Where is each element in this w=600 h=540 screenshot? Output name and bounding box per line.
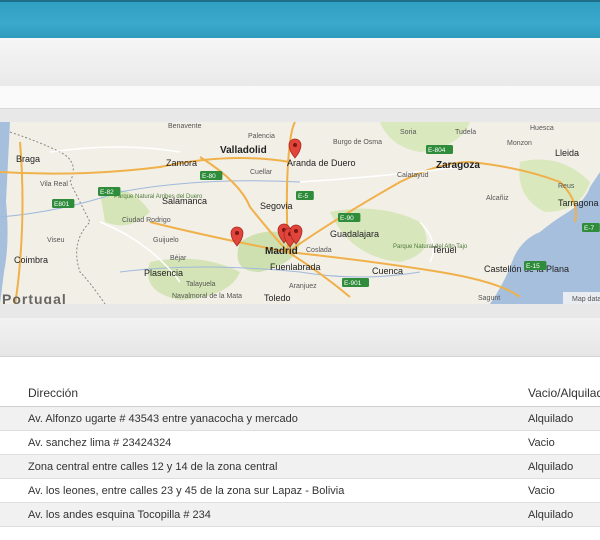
table-row[interactable]: Av. los andes esquina Tocopilla # 234 Al… (0, 502, 600, 527)
address-column-header[interactable]: Dirección (0, 380, 520, 407)
city-label: Tarragona (558, 198, 599, 208)
city-label: Vila Real (40, 181, 68, 188)
city-label: Sagunt (478, 295, 500, 302)
status-cell: Alquilado (520, 406, 600, 431)
city-label: Ciudad Rodrigo (122, 217, 171, 224)
city-label: Guijuelo (153, 237, 179, 244)
road-shield-label: E-15 (526, 263, 540, 270)
city-label: Parque Natural del Alto Tajo (393, 244, 468, 250)
city-label: Cuellar (250, 169, 273, 176)
city-label: Benavente (168, 123, 202, 130)
city-label: Alcañiz (486, 195, 509, 202)
status-cell: Alquilado (520, 502, 600, 527)
status-cell: Vacio (520, 478, 600, 503)
city-label: Portugal (2, 291, 67, 304)
table-row[interactable]: Zona central entre calles 12 y 14 de la … (0, 454, 600, 479)
city-label: Palencia (248, 133, 275, 140)
address-cell: Av. los leones, entre calles 23 y 45 de … (0, 478, 520, 503)
map-canvas[interactable]: Benavente Palencia Burgo de Osma Soria Tudel… (0, 122, 600, 304)
road-shield-label: E-90 (340, 215, 354, 222)
map-attribution[interactable]: Map data (572, 296, 600, 303)
address-cell: Av. los andes esquina Tocopilla # 234 (0, 502, 520, 527)
city-label: Tudela (455, 129, 476, 136)
city-label: Segovia (260, 201, 293, 211)
table-row[interactable]: Av. los leones, entre calles 23 y 45 de … (0, 478, 600, 503)
city-label: Toledo (264, 293, 291, 303)
road-shield-label: E-7 (584, 225, 595, 232)
city-label: Aranda de Duero (287, 158, 356, 168)
city-label: Guadalajara (330, 229, 379, 239)
city-label: Aranjuez (289, 283, 317, 290)
spacer (0, 86, 600, 108)
city-label: Plasencia (144, 268, 183, 278)
city-label: Fuenlabrada (270, 262, 321, 272)
map-panel: Benavente Palencia Burgo de Osma Soria Tudel… (0, 108, 600, 320)
road-shield-label: E-5 (298, 193, 309, 200)
road-shield-label: E-80 (202, 173, 216, 180)
city-label: Coimbra (14, 255, 48, 265)
properties-table: Dirección Vacio/Alquilado Av. Alfonzo ug… (0, 380, 600, 527)
city-label: Viseu (47, 237, 64, 244)
city-label: Burgo de Osma (333, 139, 382, 146)
road-shield-label: E-82 (100, 189, 114, 196)
city-label: Parque Natural Arribes del Duero (114, 194, 203, 200)
city-label: Zaragoza (436, 160, 480, 171)
city-label: Zamora (166, 158, 197, 168)
status-cell: Alquilado (520, 454, 600, 479)
city-label: Valladolid (220, 145, 267, 156)
city-label: Huesca (530, 125, 554, 132)
city-label: Calatayud (397, 172, 429, 179)
city-label: Braga (16, 154, 40, 164)
city-label: Coslada (306, 247, 332, 254)
city-label: Béjar (170, 255, 187, 262)
city-label: Lleida (555, 148, 579, 158)
road-shield-label: E801 (54, 201, 70, 208)
table-row[interactable]: Av. sanchez lima # 23424324 Vacio (0, 430, 600, 455)
city-label: Madrid (265, 246, 298, 257)
address-cell: Zona central entre calles 12 y 14 de la … (0, 454, 520, 479)
city-label: Navalmoral de la Mata (172, 293, 242, 300)
city-label: Reus (558, 183, 575, 190)
address-cell: Av. sanchez lima # 23424324 (0, 430, 520, 455)
table-row[interactable]: Av. Alfonzo ugarte # 43543 entre yanacoc… (0, 406, 600, 431)
address-cell: Av. Alfonzo ugarte # 43543 entre yanacoc… (0, 406, 520, 431)
map-view[interactable]: Benavente Palencia Burgo de Osma Soria Tudel… (0, 122, 600, 304)
road-shield-label: E-901 (344, 280, 362, 287)
city-label: Monzon (507, 140, 532, 147)
status-column-header[interactable]: Vacio/Alquilado (520, 380, 600, 407)
city-label: Cuenca (372, 266, 403, 276)
table-header-row: Dirección Vacio/Alquilado (0, 380, 600, 407)
top-nav-bar (0, 0, 600, 38)
header-band (0, 38, 600, 87)
section-band (0, 318, 600, 357)
road-shield-label: E-804 (428, 147, 446, 154)
city-label: Soria (400, 129, 416, 136)
status-cell: Vacio (520, 430, 600, 455)
city-label: Talayuela (186, 281, 216, 288)
